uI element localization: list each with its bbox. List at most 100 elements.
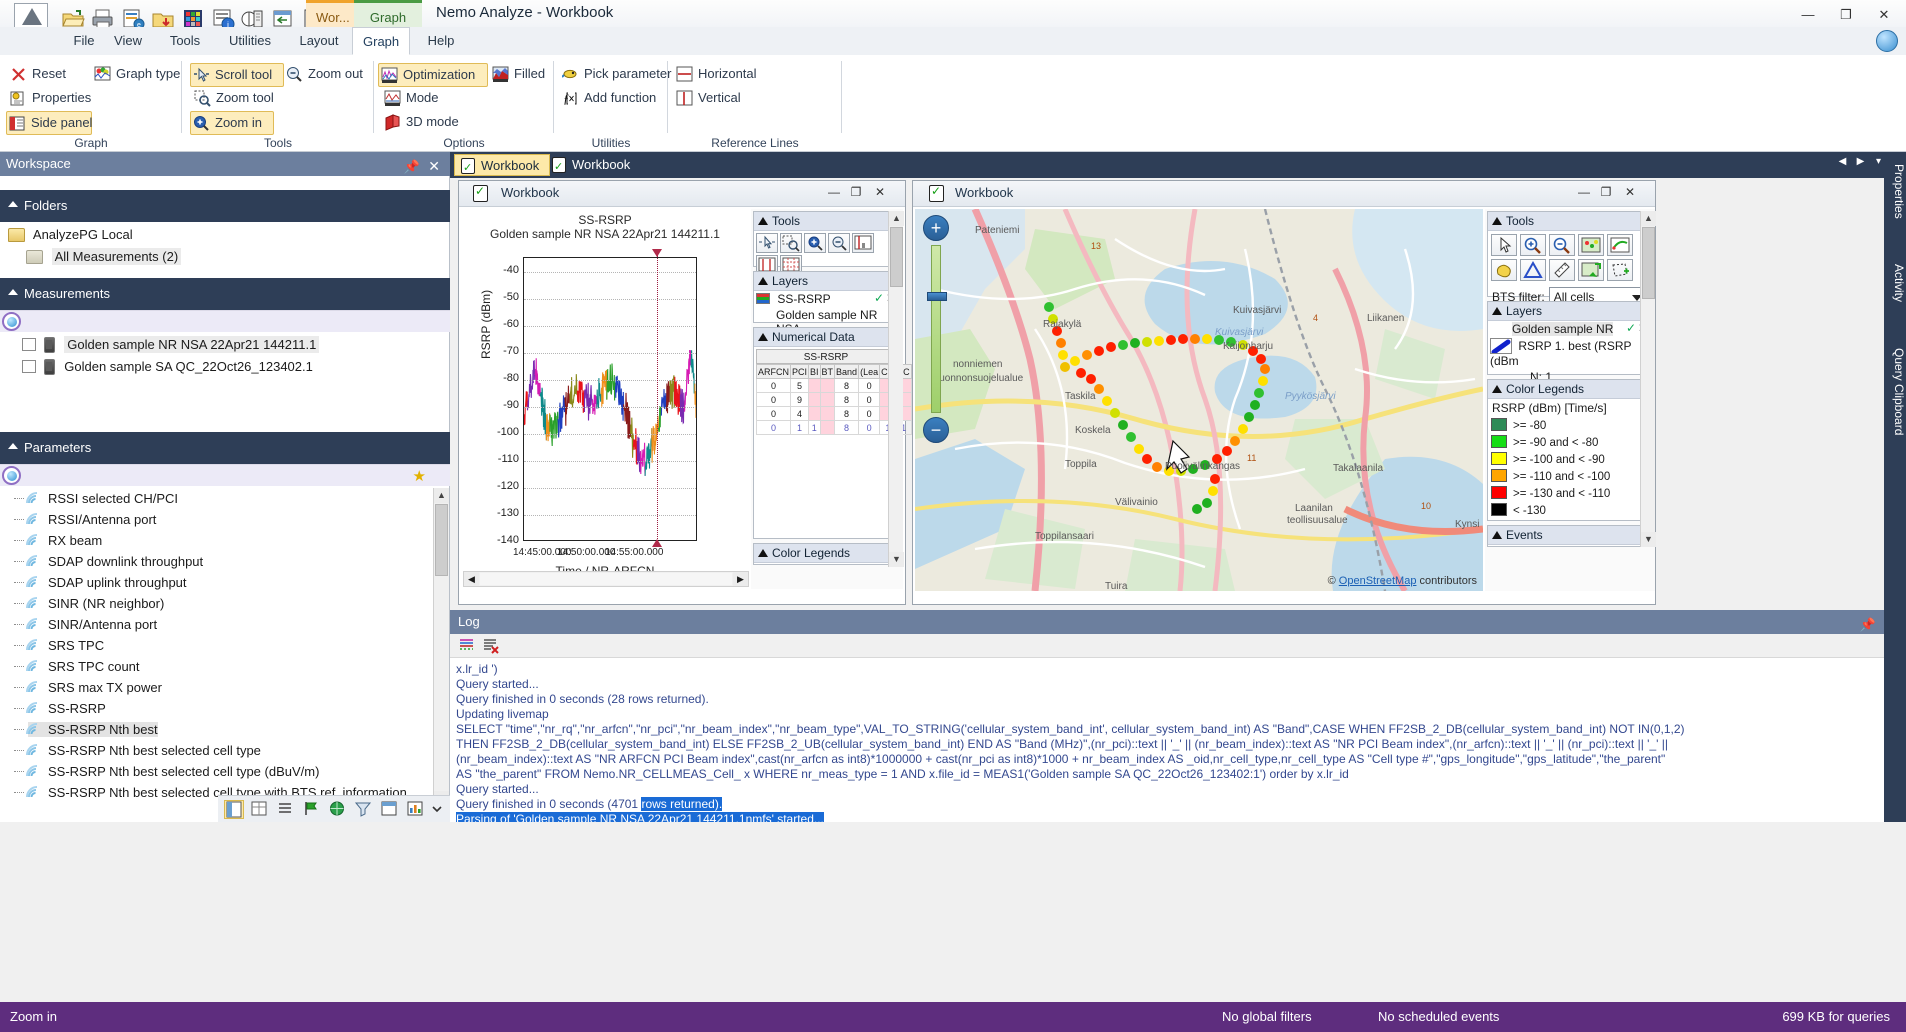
list-pane-icon[interactable] [276, 800, 296, 819]
filled-button[interactable]: Filled [490, 63, 545, 85]
chart-horizontal-scrollbar[interactable]: ◀ ▶ [463, 571, 749, 587]
graph-type-button[interactable]: Graph type [92, 63, 180, 85]
table-cell[interactable] [819, 406, 836, 421]
table-cell[interactable] [808, 406, 821, 421]
doctab-workbook-1[interactable]: Workbook [454, 154, 551, 179]
legend-row[interactable]: >= -130 and < -1101 [1488, 485, 1650, 502]
map-layers-header[interactable]: Layers [1488, 302, 1650, 321]
table-cell[interactable]: 8 [834, 392, 860, 407]
layer-check-icon[interactable]: ✓ [1626, 321, 1636, 335]
doc-pane-icon[interactable] [224, 800, 244, 819]
parameter-list-item[interactable]: RSSI/Antenna port [0, 509, 432, 530]
log-toolbar[interactable] [450, 634, 1906, 658]
map-zoom-control[interactable]: + − [923, 215, 949, 443]
parameter-list-item[interactable]: SS-RSRP Nth best [0, 719, 432, 740]
parameter-list-item[interactable]: SRS TPC count [0, 656, 432, 677]
graph-color-legends-box[interactable]: Color Legends [753, 543, 899, 565]
3d-mode-button[interactable]: 3D mode [382, 111, 459, 133]
table-cell[interactable]: 0 [858, 406, 881, 421]
side-panel-button[interactable]: Side panel [6, 111, 92, 135]
openstreetmap-link[interactable]: OpenStreetMap [1339, 575, 1417, 587]
map-zoom-in-button[interactable]: + [923, 215, 949, 241]
table-cell[interactable]: 0 [756, 392, 791, 407]
parameters-search[interactable]: ★ [0, 464, 450, 486]
filter-icon[interactable] [354, 800, 374, 819]
log-body[interactable]: x.lr_id ') Query started... Query finished… [450, 658, 1906, 822]
properties-button[interactable]: Properties [8, 87, 91, 109]
grid-pane-icon[interactable] [250, 800, 270, 819]
chart-plot[interactable] [523, 257, 697, 541]
search-icon[interactable] [2, 312, 21, 331]
table-cell[interactable]: 8 [834, 378, 860, 393]
menu-tools[interactable]: Tools [156, 27, 214, 55]
add-function-button[interactable]: ƒ Add function [560, 87, 656, 109]
map-tools-header[interactable]: Tools [1488, 212, 1650, 231]
tabs-next-icon[interactable]: ▶ [1853, 156, 1868, 172]
table-cell[interactable]: 0 [756, 406, 791, 421]
table-header-cell[interactable]: ARFCN [756, 364, 791, 379]
table-cell[interactable]: 0 [858, 420, 881, 435]
titlebar-chip-workbook[interactable]: Wor... [306, 0, 354, 30]
pointer-icon[interactable] [1491, 234, 1517, 256]
scroll-right-icon[interactable]: ▶ [733, 572, 748, 586]
maximize-button[interactable]: ❐ [1828, 2, 1864, 28]
table-header-cell[interactable]: (Lea [858, 364, 881, 379]
zoom-in-button[interactable]: Zoom in [190, 111, 274, 135]
chart-icon[interactable] [406, 800, 426, 819]
legend-row[interactable]: >= -90 and < -801 [1488, 434, 1650, 451]
legend-row[interactable]: >= -110 and < -1002 [1488, 468, 1650, 485]
log-clear-icon[interactable] [482, 637, 500, 654]
zoom-out-icon[interactable] [1549, 234, 1575, 256]
more-icon[interactable] [428, 800, 448, 819]
close-icon[interactable]: ✕ [428, 154, 440, 178]
map-layer-icon[interactable] [1578, 234, 1604, 256]
triangle-marker-icon[interactable] [1520, 259, 1546, 281]
zoom-tool-button[interactable]: Zoom tool [192, 87, 274, 109]
menu-view[interactable]: View [98, 27, 158, 55]
table-cell[interactable]: 0 [756, 378, 791, 393]
scroll-tool-icon[interactable] [756, 233, 778, 253]
layer-check-icon[interactable]: ✓ [874, 291, 884, 305]
help-orb-icon[interactable] [1876, 30, 1898, 52]
table-cell[interactable]: 5 [789, 378, 810, 393]
chart-area[interactable]: SS-RSRP Golden sample NR NSA 22Apr21 144… [461, 209, 749, 589]
scroll-thumb[interactable] [435, 504, 448, 576]
legend-row[interactable]: < -1300 [1488, 502, 1650, 519]
scroll-tool-button[interactable]: Scroll tool [190, 63, 284, 87]
table-cell[interactable]: 4 [789, 406, 810, 421]
graph-numerical-header[interactable]: Numerical Data [754, 328, 898, 347]
table-cell[interactable]: 0 [756, 420, 791, 435]
table-header-cell[interactable]: BT [819, 364, 836, 379]
menu-graph[interactable]: Graph [352, 27, 410, 55]
map-tools-grid[interactable] [1488, 231, 1650, 284]
map-side-scrollbar[interactable]: ▲ ▼ [1640, 211, 1656, 547]
map-events-header[interactable]: Events [1488, 526, 1650, 545]
measurements-search[interactable] [0, 310, 450, 332]
menu-layout[interactable]: Layout [286, 27, 352, 55]
bottom-tool-strip[interactable] [218, 795, 450, 822]
scroll-left-icon[interactable]: ◀ [464, 572, 479, 586]
parameter-list-item[interactable]: SDAP uplink throughput [0, 572, 432, 593]
scroll-up-icon[interactable]: ▲ [889, 211, 904, 226]
section-header-measurements[interactable]: Measurements [0, 278, 450, 310]
table-cell[interactable]: 1 [808, 420, 821, 435]
parameter-list-item[interactable]: SINR/Antenna port [0, 614, 432, 635]
zoom-in-icon[interactable] [804, 233, 826, 253]
pin-icon[interactable]: 📌 [404, 155, 420, 179]
graph-close-button[interactable]: ✕ [871, 185, 889, 201]
reset-button[interactable]: Reset [8, 63, 66, 85]
graph-color-legends-header[interactable]: Color Legends [754, 544, 898, 563]
table-cell[interactable] [819, 378, 836, 393]
scroll-down-icon[interactable]: ▼ [1641, 532, 1656, 547]
table-icon[interactable] [380, 800, 400, 819]
zoom-region-icon[interactable] [780, 233, 802, 253]
table-cell[interactable]: 0 [858, 378, 881, 393]
mode-button[interactable]: Mode [382, 87, 439, 109]
table-cell[interactable] [808, 378, 821, 393]
table-cell[interactable] [819, 392, 836, 407]
graph-maximize-button[interactable]: ❐ [847, 185, 865, 201]
zoom-out-icon[interactable] [828, 233, 850, 253]
table-cell[interactable]: 8 [834, 406, 860, 421]
parameter-list-item[interactable]: SRS TPC [0, 635, 432, 656]
section-header-parameters[interactable]: Parameters [0, 432, 450, 464]
